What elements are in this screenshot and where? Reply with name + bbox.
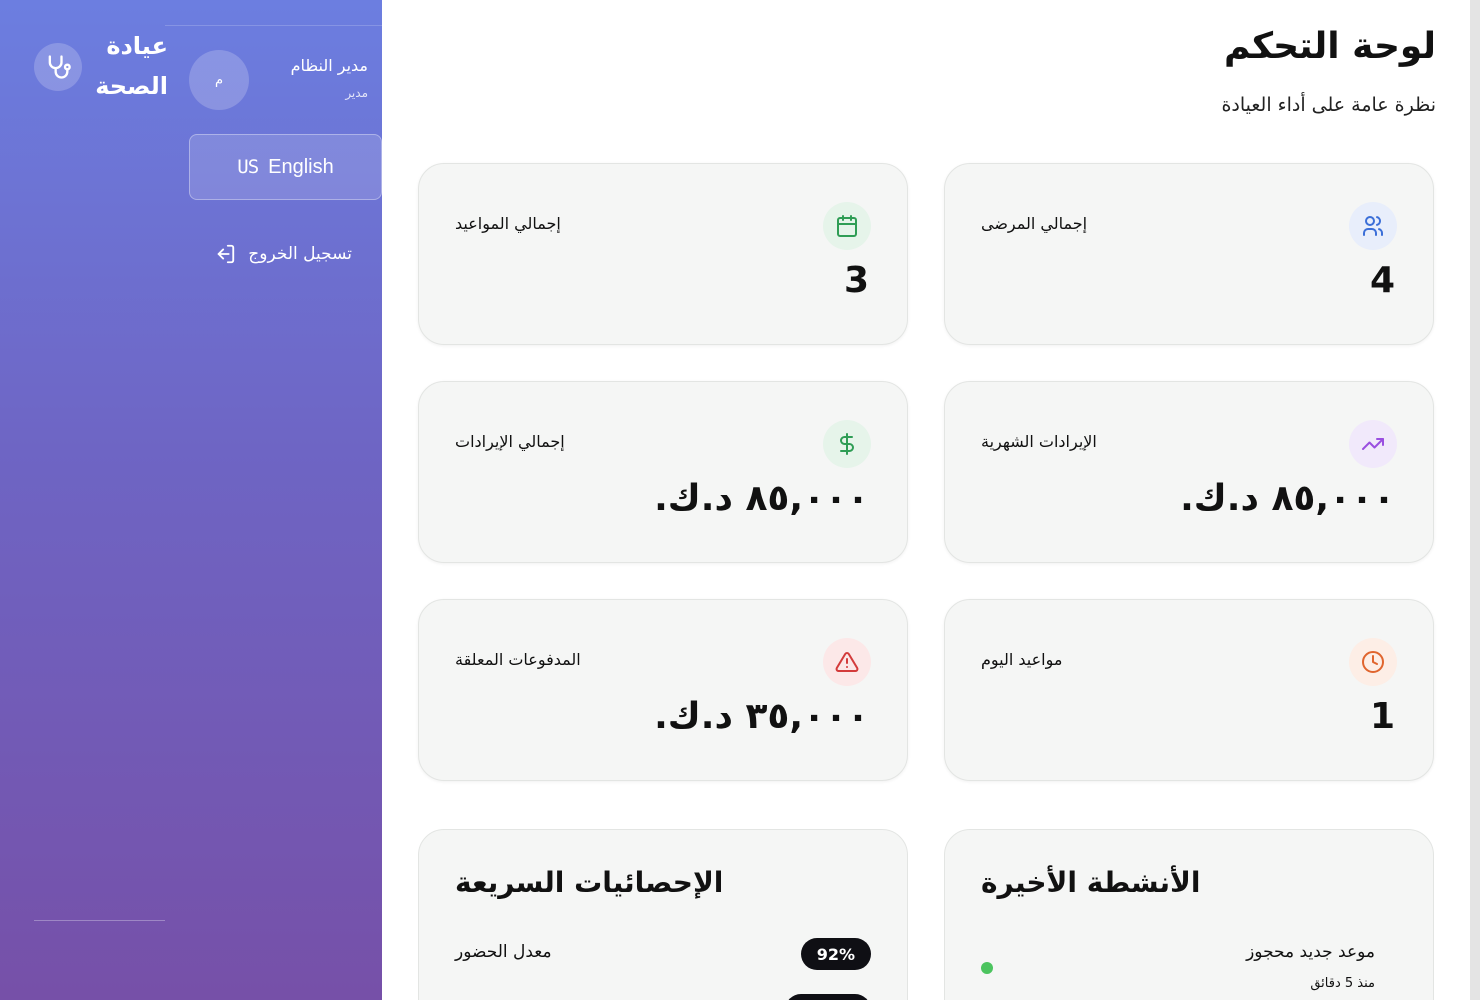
quick-stat-badge: 92% [800,938,871,970]
activity-time: منذ 5 دقائق [1310,976,1375,991]
stat-value: 4 [1369,260,1395,301]
stat-card-total-appointments: إجمالي المواعيد 3 [418,163,908,345]
stat-icon-circle [1349,638,1397,686]
stethoscope-icon [48,55,71,79]
users-icon [1363,216,1383,236]
stat-label: إجمالي الإيرادات [455,432,565,451]
stat-icon-circle [1349,420,1397,468]
stat-value: 3 [843,260,869,301]
stat-value: ٨٥,٠٠٠ د.ك. [1180,478,1395,519]
trending-up-icon [1362,438,1384,450]
stat-icon-circle [823,638,871,686]
stat-card-pending-payments: المدفوعات المعلقة ٣٥,٠٠٠ د.ك. [418,599,908,781]
stat-value: ٨٥,٠٠٠ د.ك. [654,478,869,519]
avatar: م [189,50,249,110]
sidebar: عيادة الصحة م مدير النظام مدير US Englis… [0,0,382,1000]
stat-label: الإيرادات الشهرية [981,432,1097,451]
quick-stats-panel: الإحصائيات السريعة معدل الحضور 92% [418,829,908,1000]
stat-icon-circle [823,202,871,250]
panel-title: الإحصائيات السريعة [455,866,724,899]
language-toggle-button[interactable]: US English [189,134,382,200]
logout-icon [217,244,235,264]
stat-card-today-appointments: مواعيد اليوم 1 [944,599,1434,781]
user-name: مدير النظام [290,56,368,75]
stat-card-monthly-revenue: الإيرادات الشهرية ٨٥,٠٠٠ د.ك. [944,381,1434,563]
logout-button[interactable]: تسجيل الخروج [212,240,352,268]
stat-value: 1 [1369,696,1395,737]
brand-name-line1: عيادة [106,32,168,60]
quick-stat-label: معدل الحضور [455,942,552,962]
stat-card-total-revenue: إجمالي الإيرادات ٨٥,٠٠٠ د.ك. [418,381,908,563]
alert-triangle-icon [835,651,859,672]
stat-label: مواعيد اليوم [981,650,1063,669]
stat-label: المدفوعات المعلقة [455,650,581,669]
status-dot [981,962,993,974]
page-subtitle: نظرة عامة على أداء العيادة [1221,94,1436,116]
logout-label: تسجيل الخروج [248,244,352,264]
brand-name-line2: الصحة [95,72,168,100]
page-title: لوحة التحكم [1223,26,1436,67]
quick-stat-badge [785,994,871,1000]
scrollbar-track[interactable] [1470,0,1480,1000]
stat-icon-circle [823,420,871,468]
user-role: مدير [345,86,368,100]
recent-activity-panel: الأنشطة الأخيرة موعد جديد محجوز منذ 5 دق… [944,829,1434,1000]
dollar-icon [840,433,854,455]
brand-logo [34,43,82,91]
stat-icon-circle [1349,202,1397,250]
sidebar-bottom-divider [34,920,165,921]
sidebar-top-divider [165,25,382,26]
activity-title: موعد جديد محجوز [1246,942,1375,962]
stat-value: ٣٥,٠٠٠ د.ك. [654,696,869,737]
stat-card-total-patients: إجمالي المرضى 4 [944,163,1434,345]
panel-title: الأنشطة الأخيرة [981,866,1201,899]
us-flag-icon: US [237,156,259,178]
clock-icon [1362,651,1384,673]
language-label: English [268,155,334,178]
calendar-icon [837,215,857,237]
brand-name: عيادة الصحة [92,26,168,106]
stat-label: إجمالي المواعيد [455,214,561,233]
stat-label: إجمالي المرضى [981,214,1088,233]
